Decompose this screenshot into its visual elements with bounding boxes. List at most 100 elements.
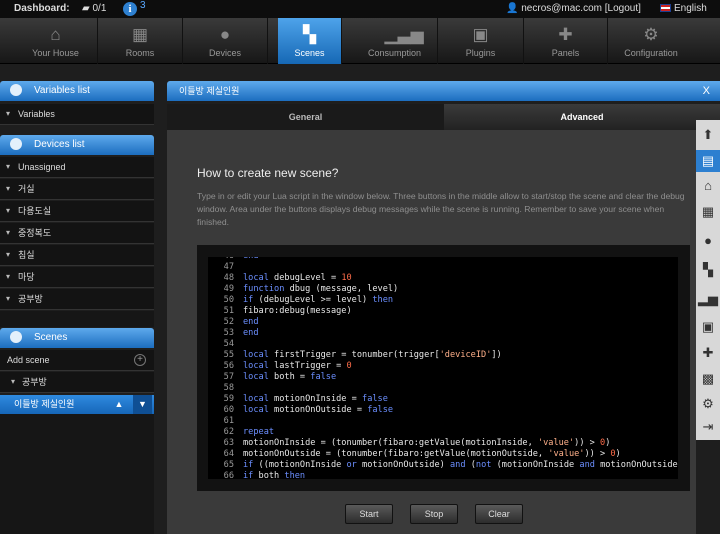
pin-icon <box>10 84 22 96</box>
sidebar-item-label: 다용도실 <box>18 206 52 216</box>
app-window: Dashboard: ▰ 0/1 i 3 👤 necros@mac.com [L… <box>0 0 720 534</box>
clapper-icon: ▚ <box>302 25 317 44</box>
exit-icon[interactable]: ⇥ <box>696 416 720 438</box>
nav-rooms[interactable]: ▦ Rooms <box>98 18 183 64</box>
box-icon[interactable]: ▣ <box>696 316 720 338</box>
dashboard-label: Dashboard: <box>14 3 70 14</box>
code-text: motionOnOutside = (tonumber(fibaro:getVa… <box>243 449 621 459</box>
header-label: Scenes <box>34 332 68 343</box>
code-line: 53 end <box>208 328 678 339</box>
gear-icon[interactable]: ⚙ <box>696 393 720 415</box>
add-scene-button[interactable]: Add scene + <box>0 350 154 371</box>
line-number: 55 <box>223 350 234 360</box>
bulb-icon[interactable]: ● <box>696 230 720 252</box>
chart-icon[interactable]: ▂▅ <box>696 288 720 310</box>
sidebar-item-label: 중정복도 <box>18 228 52 238</box>
code-line: 54 <box>208 339 678 350</box>
info-icon[interactable]: i <box>123 2 137 16</box>
plus-icon: + <box>134 354 146 366</box>
howto-title: How to create new scene? <box>197 166 339 180</box>
sidebar-item-room[interactable]: ▾ 마당 <box>0 267 154 288</box>
sidebar-item-room[interactable]: ▾ 침실 <box>0 245 154 266</box>
main-nav: ⌂ Your House ▦ Rooms ● Devices ▚ Scenes ▁▃▅ C… <box>0 18 720 64</box>
nav-your-house[interactable]: ⌂ Your House <box>14 18 98 64</box>
nav-devices[interactable]: ● Devices <box>183 18 268 64</box>
line-number: 66 <box>223 471 234 479</box>
chevron-down-icon: ▾ <box>11 377 16 386</box>
line-number: 63 <box>223 438 234 448</box>
line-number: 60 <box>223 405 234 415</box>
clapper-icon[interactable]: ▚ <box>696 259 720 281</box>
sidebar-item-room[interactable]: ▾ 다용도실 <box>0 201 154 222</box>
nav-plugins[interactable]: ▣ Plugins <box>438 18 524 64</box>
line-number: 48 <box>223 273 234 283</box>
sidebar-item-scene-room[interactable]: ▾ 공부방 <box>0 372 154 393</box>
chart-icon: ▁▃▅ <box>384 25 424 44</box>
code-line: 61 <box>208 416 678 427</box>
nav-label: Plugins <box>465 48 496 58</box>
chevron-down-icon: ▾ <box>6 109 11 118</box>
header-label: Devices list <box>34 139 85 150</box>
sidebar-item-label: 공부방 <box>22 377 47 387</box>
puzzle-icon: ✚ <box>558 25 573 44</box>
puzzle-icon[interactable]: ✚ <box>696 342 720 364</box>
language-selector[interactable]: English <box>660 3 707 14</box>
sidebar-item-unassigned[interactable]: ▾ Unassigned <box>0 157 154 178</box>
nav-panels[interactable]: ✚ Panels <box>524 18 608 64</box>
code-line: 66 if both then <box>208 471 678 479</box>
lua-code-editor[interactable]: 46end4748local debugLevel = 1049function… <box>208 257 678 479</box>
line-number: 64 <box>223 449 234 459</box>
move-down-icon[interactable]: ▼ <box>133 395 152 414</box>
code-line: 55 local firstTrigger = tonumber(trigger[… <box>208 350 678 361</box>
nav-label: Your House <box>32 48 79 58</box>
gear-icon: ⚙ <box>643 25 659 44</box>
code-text: end <box>243 328 259 338</box>
sidebar-item-room[interactable]: ▾ 거실 <box>0 179 154 200</box>
variables-header[interactable]: Variables list <box>0 81 154 101</box>
save-icon[interactable]: ▤ <box>696 150 720 172</box>
start-button[interactable]: Start <box>345 504 393 524</box>
line-number: 62 <box>223 427 234 437</box>
tab-advanced[interactable]: Advanced <box>444 104 720 130</box>
line-number: 57 <box>223 372 234 382</box>
rooms-icon: ▦ <box>131 25 149 44</box>
devices-header[interactable]: Devices list <box>0 135 154 155</box>
code-line: 57 local both = false <box>208 372 678 383</box>
code-line: 64 motionOnOutside = (tonumber(fibaro:get… <box>208 449 678 460</box>
line-number: 56 <box>223 361 234 371</box>
device-counter[interactable]: ▰ 0/1 <box>82 3 106 14</box>
nav-label: Scenes <box>294 48 325 58</box>
sidebar-spacer <box>0 311 154 327</box>
code-line: 47 <box>208 262 678 273</box>
tab-general[interactable]: General <box>167 104 444 130</box>
clear-button[interactable]: Clear <box>475 504 523 524</box>
sidebar-item-room[interactable]: ▾ 중정복도 <box>0 223 154 244</box>
line-number: 53 <box>223 328 234 338</box>
chevron-down-icon: ▾ <box>6 272 11 281</box>
up-arrow-icon[interactable]: ⬆ <box>696 124 720 146</box>
chevron-down-icon: ▾ <box>6 250 11 259</box>
chevron-down-icon: ▾ <box>6 228 11 237</box>
sidebar-item-room[interactable]: ▾ 공부방 <box>0 289 154 310</box>
close-icon[interactable]: X <box>703 81 710 101</box>
rooms-icon[interactable]: ▦ <box>696 201 720 223</box>
nav-consumption[interactable]: ▁▃▅ Consumption <box>352 18 438 64</box>
scenes-header[interactable]: Scenes <box>0 328 154 348</box>
code-line: 48 local debugLevel = 10 <box>208 273 678 284</box>
user-icon: 👤 <box>506 3 519 14</box>
house-icon[interactable]: ⌂ <box>696 175 720 197</box>
nav-configuration[interactable]: ⚙ Configuration <box>608 18 694 64</box>
pin-icon <box>10 138 22 150</box>
line-number: 54 <box>223 339 234 349</box>
calendar-icon[interactable]: ▩ <box>696 368 720 390</box>
nav-label: Panels <box>551 48 580 58</box>
sidebar-item-variables[interactable]: ▾ Variables <box>0 104 154 125</box>
stop-button[interactable]: Stop <box>410 504 458 524</box>
selected-scene-item[interactable]: 이들방 제실인원 ▲ ▼ <box>0 395 154 414</box>
move-up-icon[interactable]: ▲ <box>108 395 130 414</box>
code-text: local debugLevel = 10 <box>243 273 352 283</box>
nav-scenes[interactable]: ▚ Scenes <box>278 18 342 64</box>
code-text: local both = false <box>243 372 337 382</box>
scene-panel-header: 이들방 제실인원 X <box>167 81 720 101</box>
logout-link[interactable]: [Logout] <box>605 3 641 14</box>
